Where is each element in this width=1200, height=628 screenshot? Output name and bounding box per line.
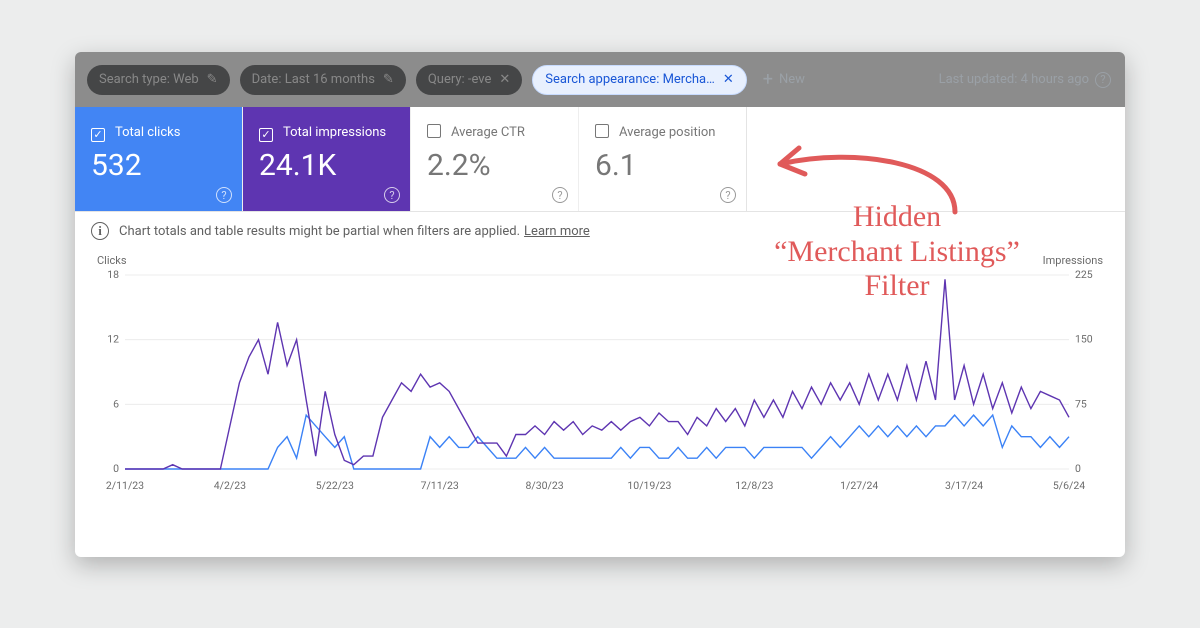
pencil-icon: ✎ (207, 72, 218, 87)
metric-cards: Total clicks 532 ? Total impressions 24.… (75, 107, 1125, 212)
filter-bar: Search type: Web ✎ Date: Last 16 months … (75, 52, 1125, 107)
search-console-panel: Search type: Web ✎ Date: Last 16 months … (75, 52, 1125, 557)
svg-text:10/19/23: 10/19/23 (627, 479, 671, 492)
add-filter-button[interactable]: + New (763, 69, 805, 90)
chip-date[interactable]: Date: Last 16 months ✎ (240, 65, 406, 95)
svg-text:2/11/23: 2/11/23 (106, 479, 144, 492)
card-value: 532 (91, 148, 228, 183)
card-avg-position[interactable]: Average position 6.1 ? (579, 107, 747, 211)
card-value: 2.2% (427, 148, 564, 183)
chip-label: Query: -eve (428, 72, 492, 87)
checkbox-icon[interactable] (259, 128, 273, 142)
chip-search-type[interactable]: Search type: Web ✎ (87, 65, 230, 95)
notice-text: Chart totals and table results might be … (119, 224, 520, 239)
svg-text:4/2/23: 4/2/23 (214, 479, 246, 492)
info-icon: i (91, 222, 109, 240)
svg-text:75: 75 (1075, 397, 1087, 410)
card-label: Total clicks (115, 125, 180, 140)
card-avg-ctr[interactable]: Average CTR 2.2% ? (411, 107, 579, 211)
help-icon[interactable]: ? (216, 187, 232, 203)
checkbox-icon[interactable] (91, 128, 105, 142)
card-total-clicks[interactable]: Total clicks 532 ? (75, 107, 243, 211)
partial-results-notice: i Chart totals and table results might b… (75, 212, 1125, 250)
card-label: Average CTR (451, 125, 525, 140)
performance-chart: 0 6 12 18 0 75 150 225 2/11/23 4/2/23 5/22/23 7/11/… (91, 269, 1109, 499)
learn-more-link[interactable]: Learn more (524, 224, 590, 239)
svg-text:8/30/23: 8/30/23 (525, 479, 563, 492)
chip-label: Search type: Web (99, 72, 199, 87)
svg-text:7/11/23: 7/11/23 (421, 479, 459, 492)
svg-text:18: 18 (107, 269, 119, 281)
add-filter-label: New (779, 72, 805, 87)
chip-search-appearance[interactable]: Search appearance: Mercha… ✕ (532, 65, 746, 95)
card-label: Average position (619, 125, 716, 140)
help-icon[interactable]: ? (1095, 72, 1111, 88)
svg-text:12/8/23: 12/8/23 (735, 479, 773, 492)
help-icon[interactable]: ? (552, 187, 568, 203)
help-icon[interactable]: ? (384, 187, 400, 203)
axis-right-title: Impressions (1043, 254, 1103, 267)
svg-text:1/27/24: 1/27/24 (840, 479, 878, 492)
card-label: Total impressions (283, 125, 386, 140)
svg-text:12: 12 (107, 333, 119, 346)
svg-text:5/6/24: 5/6/24 (1053, 479, 1085, 492)
close-icon[interactable]: ✕ (499, 72, 510, 87)
close-icon[interactable]: ✕ (723, 72, 734, 87)
card-total-impressions[interactable]: Total impressions 24.1K ? (243, 107, 411, 211)
chart-area: Clicks Impressions 0 6 12 18 0 75 150 225 2/11/2… (75, 250, 1125, 499)
plus-icon: + (763, 69, 773, 90)
chip-label: Date: Last 16 months (252, 72, 375, 87)
checkbox-icon[interactable] (595, 124, 609, 138)
pencil-icon: ✎ (383, 72, 394, 87)
card-value: 6.1 (595, 148, 732, 183)
axis-left-title: Clicks (97, 254, 127, 267)
chip-query[interactable]: Query: -eve ✕ (416, 65, 522, 95)
svg-text:150: 150 (1075, 333, 1093, 346)
svg-text:0: 0 (113, 462, 119, 475)
last-updated: Last updated: 4 hours ago ? (939, 52, 1111, 107)
card-value: 24.1K (259, 148, 396, 183)
svg-text:0: 0 (1075, 462, 1081, 475)
svg-text:6: 6 (113, 397, 119, 410)
svg-text:3/17/24: 3/17/24 (945, 479, 983, 492)
svg-text:5/22/23: 5/22/23 (316, 479, 354, 492)
help-icon[interactable]: ? (720, 187, 736, 203)
svg-text:225: 225 (1075, 269, 1093, 281)
chip-label: Search appearance: Mercha… (545, 72, 715, 87)
checkbox-icon[interactable] (427, 124, 441, 138)
